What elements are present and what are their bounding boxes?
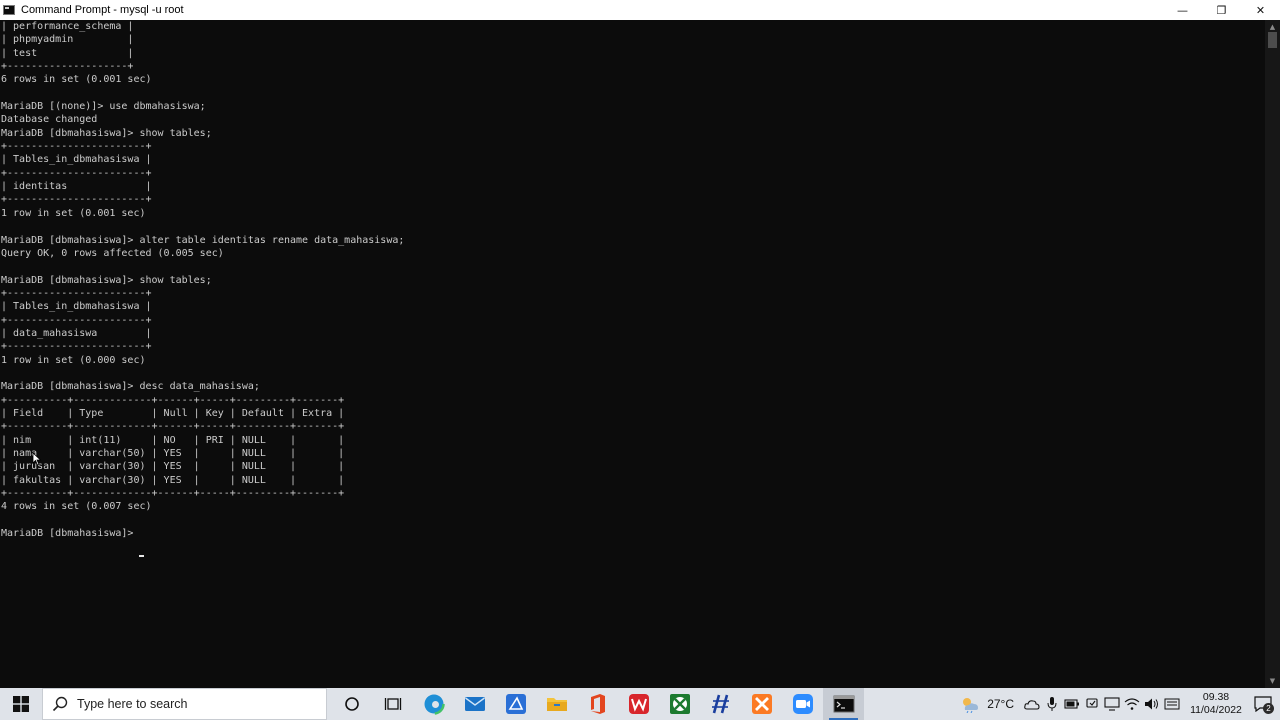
console-line: 1 row in set (0.000 sec): [1, 354, 146, 366]
file-explorer-icon[interactable]: [536, 688, 577, 720]
temperature: 27°C: [987, 697, 1014, 711]
console-line: MariaDB [dbmahasiswa]> show tables;: [1, 274, 212, 286]
vertical-scrollbar[interactable]: ▲ ▼: [1265, 20, 1280, 688]
console-line: | phpmyadmin |: [1, 34, 134, 46]
mouse-pointer-icon: [32, 452, 42, 466]
maximize-button[interactable]: ❐: [1202, 0, 1241, 20]
windows-logo-icon: [13, 696, 29, 712]
taskbar-apps: [331, 688, 864, 720]
console-line: +-----------------------+: [1, 141, 152, 153]
minimize-button[interactable]: —: [1163, 0, 1202, 20]
console-line: +----------+-------------+------+-----+-…: [1, 394, 345, 406]
weather-icon: [963, 698, 979, 713]
usb-device-icon[interactable]: [1082, 688, 1102, 720]
cortana-icon[interactable]: [331, 688, 372, 720]
console-line: 4 rows in set (0.007 sec): [1, 501, 152, 513]
console-line: MariaDB [dbmahasiswa]> desc data_mahasis…: [1, 381, 260, 393]
mail-icon[interactable]: [454, 688, 495, 720]
zoom-icon[interactable]: [782, 688, 823, 720]
console-line: | performance_schema |: [1, 21, 134, 32]
display-icon[interactable]: [1102, 688, 1122, 720]
close-button[interactable]: ✕: [1241, 0, 1280, 20]
console-line: MariaDB [dbmahasiswa]>: [1, 528, 140, 540]
xbox-icon[interactable]: [659, 688, 700, 720]
console-line: | Field | Type | Null | Key | Default | …: [1, 407, 345, 419]
console-line: | test |: [1, 47, 134, 59]
console-line: | nama | varchar(50) | YES | | NULL | |: [1, 448, 345, 459]
console-line: | fakultas | varchar(30) | YES | | NULL …: [1, 474, 345, 486]
scroll-down-icon[interactable]: ▼: [1265, 674, 1280, 688]
system-tray: 27°C 09.38 11/04/2022 2: [959, 688, 1280, 720]
wps-icon[interactable]: [618, 688, 659, 720]
taskbar: Type here to search 27°C 09.38 11/04/202…: [0, 688, 1280, 720]
console-line: +-----------------------+: [1, 194, 152, 206]
console-line: +----------+-------------+------+-----+-…: [1, 421, 345, 433]
volume-icon[interactable]: [1142, 688, 1162, 720]
console-line: +-----------------------+: [1, 167, 152, 179]
window-controls: — ❐ ✕: [1163, 0, 1280, 20]
start-button[interactable]: [0, 688, 42, 720]
notification-badge: 2: [1263, 703, 1274, 714]
console-line: MariaDB [(none)]> use dbmahasiswa;: [1, 101, 206, 113]
console-line: +-----------------------+: [1, 341, 152, 353]
console-line: MariaDB [dbmahasiswa]> alter table ident…: [1, 234, 405, 246]
azure-data-icon[interactable]: [495, 688, 536, 720]
console-line: +--------------------+: [1, 61, 134, 73]
command-prompt-icon: [3, 5, 15, 15]
office-icon[interactable]: [577, 688, 618, 720]
task-view-icon[interactable]: [372, 688, 413, 720]
command-prompt-icon[interactable]: [823, 688, 864, 720]
console-line: Query OK, 0 rows affected (0.005 sec): [1, 247, 224, 259]
clock[interactable]: 09.38 11/04/2022: [1186, 691, 1246, 717]
notification-center-button[interactable]: 2: [1246, 688, 1280, 720]
text-cursor: [139, 555, 144, 557]
console-line: 1 row in set (0.001 sec): [1, 207, 146, 219]
taskbar-search[interactable]: Type here to search: [42, 688, 327, 720]
console-line: | jurusan | varchar(30) | YES | | NULL |…: [1, 461, 345, 473]
search-icon: [52, 696, 68, 712]
battery-icon[interactable]: [1062, 688, 1082, 720]
console-line: | Tables_in_dbmahasiswa |: [1, 301, 152, 313]
console-area[interactable]: | performance_schema | | phpmyadmin | | te…: [0, 20, 1265, 688]
microphone-icon[interactable]: [1042, 688, 1062, 720]
console-line: | identitas |: [1, 181, 152, 193]
edge-icon[interactable]: [413, 688, 454, 720]
wifi-icon[interactable]: [1122, 688, 1142, 720]
console-line: +-----------------------+: [1, 314, 152, 326]
xampp-icon[interactable]: [741, 688, 782, 720]
slash-app-icon[interactable]: [700, 688, 741, 720]
console-line: +-----------------------+: [1, 287, 152, 299]
clock-date: 11/04/2022: [1190, 704, 1242, 716]
onedrive-icon[interactable]: [1022, 688, 1042, 720]
console-line: | Tables_in_dbmahasiswa |: [1, 154, 152, 166]
language-icon[interactable]: [1162, 688, 1182, 720]
window-title: Command Prompt - mysql -u root: [21, 4, 184, 16]
window-titlebar: Command Prompt - mysql -u root — ❐ ✕: [0, 0, 1280, 20]
console-line: +----------+-------------+------+-----+-…: [1, 488, 345, 500]
search-placeholder: Type here to search: [77, 697, 188, 711]
console-line: 6 rows in set (0.001 sec): [1, 74, 152, 86]
console-line: | nim | int(11) | NO | PRI | NULL | |: [1, 434, 345, 446]
console-output: | performance_schema | | phpmyadmin | | te…: [1, 20, 404, 540]
weather-widget[interactable]: 27°C: [959, 695, 1014, 713]
console-line: | data_mahasiswa |: [1, 327, 152, 339]
clock-time: 09.38: [1202, 691, 1230, 703]
console-line: MariaDB [dbmahasiswa]> show tables;: [1, 127, 212, 139]
console-line: Database changed: [1, 114, 98, 126]
scrollbar-thumb[interactable]: [1268, 32, 1277, 48]
